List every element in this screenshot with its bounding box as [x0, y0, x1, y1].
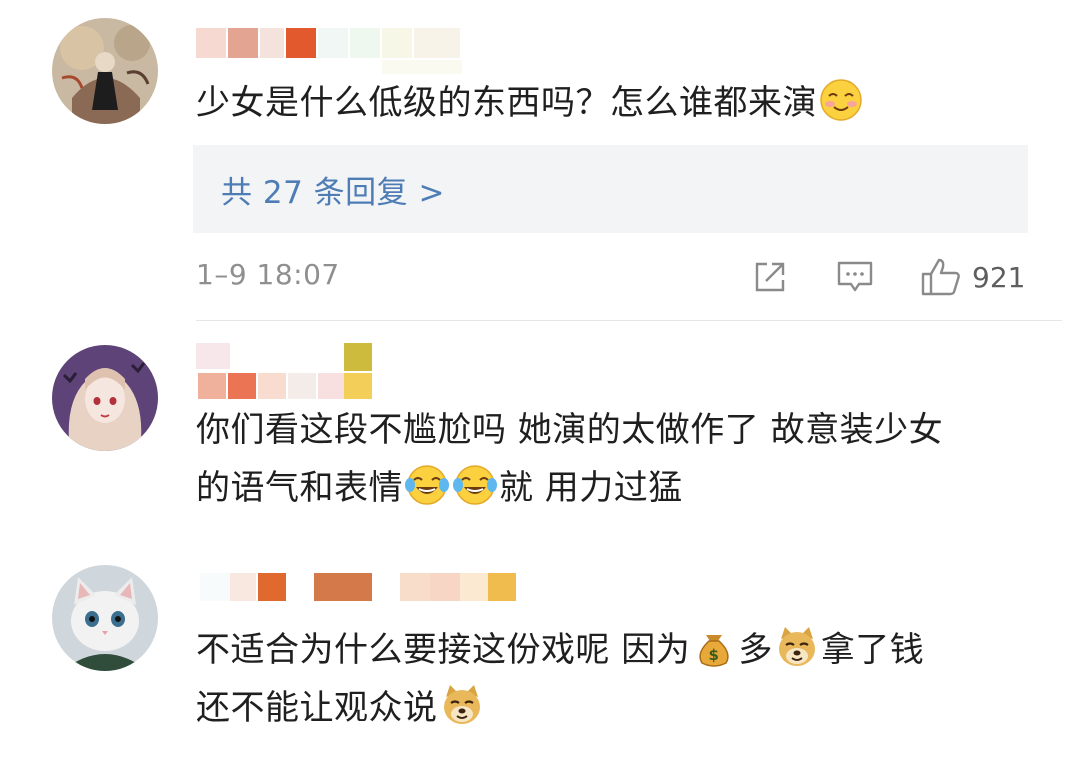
comment-line: 你们看这段不尴尬吗 她演的太做作了 故意装少女: [196, 410, 944, 450]
comment-line: 还不能让观众说: [196, 679, 1056, 737]
anime-girl-avatar: [52, 345, 158, 451]
comment-3: 不适合为什么要接这份戏呢 因为 $ 多拿了钱 还不能让观众说: [0, 551, 1080, 757]
tears-of-joy-emoji: [453, 463, 497, 507]
replies-box[interactable]: 共 27 条回复 >: [193, 145, 1028, 233]
money-bag-emoji: $: [692, 625, 736, 669]
cat-avatar: [52, 565, 158, 671]
comment-text: 你们看这段不尴尬吗 她演的太做作了 故意装少女 的语气和表情就 用力过猛: [196, 401, 1056, 517]
comment-text: 少女是什么低级的东西吗？怎么谁都来演: [196, 74, 1056, 132]
comment-line: 不适合为什么要接这份戏呢 因为 $ 多拿了钱: [196, 621, 1056, 679]
comment-timestamp: 1–9 18:07: [196, 258, 340, 291]
like-count: 921: [972, 260, 1026, 294]
user-avatar[interactable]: [52, 18, 158, 124]
comment-1: 少女是什么低级的东西吗？怎么谁都来演 共 27 条回复 > 1–9 18:07 …: [0, 0, 1080, 320]
share-button[interactable]: [752, 256, 788, 298]
view-replies-link[interactable]: 共 27 条回复 >: [221, 167, 445, 212]
like-button[interactable]: 921: [920, 256, 1025, 298]
svg-text:$: $: [709, 646, 720, 664]
username-mosaic: [196, 28, 466, 74]
username-mosaic: [196, 343, 396, 401]
user-avatar[interactable]: [52, 345, 158, 451]
doge-emoji: [440, 683, 484, 727]
username-mosaic: [196, 573, 526, 603]
doge-emoji: [775, 625, 819, 669]
comment-button[interactable]: [836, 256, 874, 298]
smiling-face-emoji: [819, 78, 863, 122]
comment-2: 你们看这段不尴尬吗 她演的太做作了 故意装少女 的语气和表情就 用力过猛: [0, 321, 1080, 551]
thumbs-up-icon: [921, 258, 960, 296]
share-icon: [755, 262, 785, 292]
girl-illustration-avatar: [52, 18, 158, 124]
user-avatar[interactable]: [52, 565, 158, 671]
comment-icon: [837, 261, 873, 292]
comment-text: 不适合为什么要接这份戏呢 因为 $ 多拿了钱 还不能让观众说: [196, 621, 1056, 737]
comment-line: 的语气和表情就 用力过猛: [196, 459, 1056, 517]
tears-of-joy-emoji: [405, 463, 449, 507]
